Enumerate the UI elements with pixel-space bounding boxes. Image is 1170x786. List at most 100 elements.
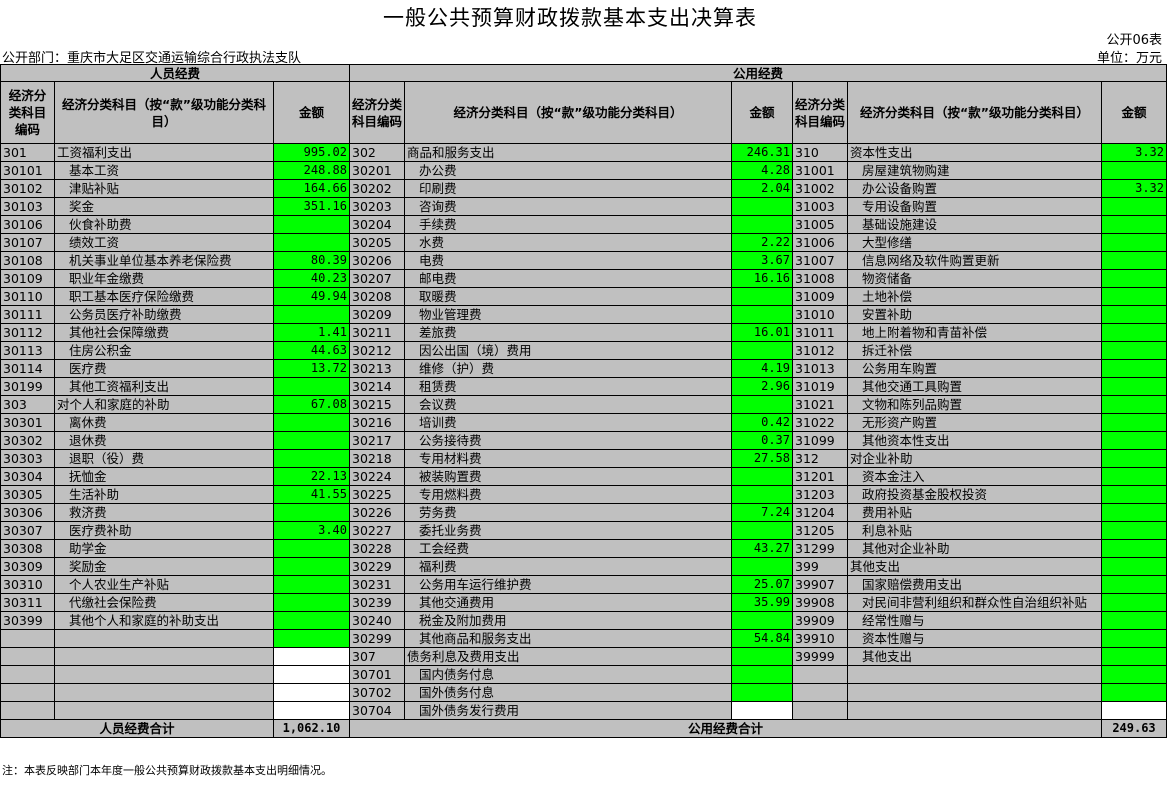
name-cell: 基础设施建设	[847, 215, 1102, 234]
amount-cell	[273, 593, 350, 612]
amount-cell	[273, 377, 350, 396]
code-cell: 30216	[349, 413, 405, 432]
name-cell: 拆迁补偿	[847, 341, 1102, 360]
table-row: 30304 抚恤金 22.13 30224 被装购置费 31201 资本金注入	[0, 467, 1167, 486]
name-cell: 资本性支出	[847, 143, 1102, 162]
code-cell: 31011	[792, 323, 848, 342]
table-code: 公开06表	[1106, 33, 1162, 48]
table-row: 30308 助学金 30228 工会经费 43.27 31299 其他对企业补助	[0, 539, 1167, 558]
code-cell: 30107	[0, 233, 55, 252]
amount-cell: 27.58	[731, 449, 793, 468]
amount-cell	[1101, 449, 1167, 468]
name-cell	[54, 647, 274, 666]
amount-cell	[1101, 233, 1167, 252]
name-cell: 被装购置费	[404, 467, 732, 486]
amount-cell	[731, 467, 793, 486]
code-cell: 39909	[792, 611, 848, 630]
name-cell: 其他支出	[847, 647, 1102, 666]
amount-cell	[273, 611, 350, 630]
name-cell: 其他对企业补助	[847, 539, 1102, 558]
amount-cell: 22.13	[273, 467, 350, 486]
col-header-amount: 金额	[1101, 81, 1167, 144]
code-cell: 31019	[792, 377, 848, 396]
amount-cell	[731, 665, 793, 684]
code-cell: 30199	[0, 377, 55, 396]
code-cell: 30308	[0, 539, 55, 558]
name-cell: 政府投资基金股权投资	[847, 485, 1102, 504]
code-cell: 30217	[349, 431, 405, 450]
name-cell: 租赁费	[404, 377, 732, 396]
code-cell: 39999	[792, 647, 848, 666]
code-cell: 30307	[0, 521, 55, 540]
name-cell: 差旅费	[404, 323, 732, 342]
code-cell: 30213	[349, 359, 405, 378]
name-cell: 手续费	[404, 215, 732, 234]
code-cell: 30311	[0, 593, 55, 612]
name-cell: 专用材料费	[404, 449, 732, 468]
name-cell: 奖励金	[54, 557, 274, 576]
table-row: 30704 国外债务发行费用	[0, 701, 1167, 720]
name-cell: 生活补助	[54, 485, 274, 504]
code-cell: 30305	[0, 485, 55, 504]
code-cell: 30227	[349, 521, 405, 540]
name-cell: 维修（护）费	[404, 359, 732, 378]
section-header-public: 公用经费	[349, 64, 1167, 82]
name-cell: 其他社会保障缴费	[54, 323, 274, 342]
total-personnel-label: 人员经费合计	[0, 719, 274, 738]
name-cell: 国外债务发行费用	[404, 701, 732, 720]
name-cell: 离休费	[54, 413, 274, 432]
code-cell: 30209	[349, 305, 405, 324]
name-cell: 税金及附加费用	[404, 611, 732, 630]
name-cell: 委托业务费	[404, 521, 732, 540]
code-cell: 31005	[792, 215, 848, 234]
amount-cell	[1101, 521, 1167, 540]
code-cell: 399	[792, 557, 848, 576]
table-row: 30302 退休费 30217 公务接待费 0.37 31099 其他资本性支出	[0, 431, 1167, 450]
name-cell: 电费	[404, 251, 732, 270]
code-cell: 312	[792, 449, 848, 468]
code-cell: 30201	[349, 161, 405, 180]
table-row: 30103 奖金 351.16 30203 咨询费 31003 专用设备购置	[0, 197, 1167, 216]
name-cell: 代缴社会保险费	[54, 593, 274, 612]
amount-cell	[273, 215, 350, 234]
code-cell: 30204	[349, 215, 405, 234]
expenditure-table: 人员经费 公用经费 经济分类科目编码 经济分类科目（按“款”级功能分类科目） 金…	[0, 64, 1167, 738]
table-row: 30701 国内债务付息	[0, 665, 1167, 684]
code-cell	[0, 647, 55, 666]
amount-cell	[1101, 197, 1167, 216]
amount-cell	[1101, 161, 1167, 180]
code-cell: 30211	[349, 323, 405, 342]
amount-cell	[1101, 431, 1167, 450]
code-cell: 30202	[349, 179, 405, 198]
amount-cell: 44.63	[273, 341, 350, 360]
name-cell: 印刷费	[404, 179, 732, 198]
name-cell: 工会经费	[404, 539, 732, 558]
code-cell: 30306	[0, 503, 55, 522]
name-cell: 办公设备购置	[847, 179, 1102, 198]
amount-cell	[273, 701, 350, 720]
name-cell: 因公出国（境）费用	[404, 341, 732, 360]
name-cell: 退休费	[54, 431, 274, 450]
code-cell: 31009	[792, 287, 848, 306]
amount-cell	[1101, 467, 1167, 486]
name-cell: 国家赔偿费用支出	[847, 575, 1102, 594]
amount-cell	[1101, 557, 1167, 576]
table-row: 30107 绩效工资 30205 水费 2.22 31006 大型修缮	[0, 233, 1167, 252]
code-cell: 31022	[792, 413, 848, 432]
code-cell: 30102	[0, 179, 55, 198]
name-cell: 基本工资	[54, 161, 274, 180]
name-cell	[54, 629, 274, 648]
name-cell: 机关事业单位基本养老保险费	[54, 251, 274, 270]
amount-cell	[273, 539, 350, 558]
code-cell: 39907	[792, 575, 848, 594]
name-cell: 会议费	[404, 395, 732, 414]
col-header-amount: 金额	[731, 81, 793, 144]
code-cell: 307	[349, 647, 405, 666]
amount-cell	[1101, 665, 1167, 684]
name-cell: 信息网络及软件购置更新	[847, 251, 1102, 270]
code-cell	[0, 683, 55, 702]
code-cell	[0, 665, 55, 684]
name-cell: 其他商品和服务支出	[404, 629, 732, 648]
table-row: 30111 公务员医疗补助缴费 30209 物业管理费 31010 安置补助	[0, 305, 1167, 324]
amount-cell: 1.41	[273, 323, 350, 342]
